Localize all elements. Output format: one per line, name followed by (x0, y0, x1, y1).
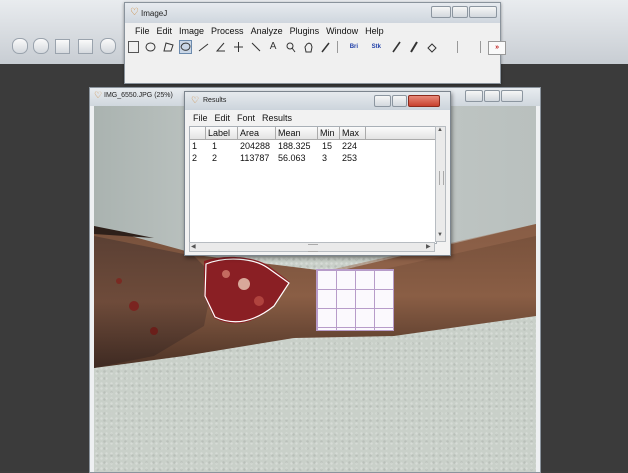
results-horizontal-scrollbar[interactable]: ◀ ▶ (189, 242, 435, 252)
results-menubar: File Edit Font Results (193, 113, 299, 123)
menu-image[interactable]: Image (179, 26, 204, 36)
toolbar-separator-3 (479, 41, 481, 53)
row-label: 1 (212, 141, 218, 151)
dropper-tool-icon[interactable] (320, 41, 331, 53)
scroll-left-arrow-icon[interactable]: ◀ (191, 243, 196, 250)
table-row[interactable]: 1 1 204288 188.325 15 224 (190, 141, 436, 153)
results-close-button[interactable] (408, 95, 440, 107)
results-maximize-button[interactable] (392, 95, 407, 107)
image-minimize-button[interactable] (465, 90, 483, 102)
back-circle-icon[interactable] (12, 38, 28, 54)
image-maximize-button[interactable] (484, 90, 500, 102)
stacks-tool-icon[interactable]: Stk (368, 41, 384, 53)
angle-tool-icon[interactable] (215, 41, 226, 53)
results-app-icon: ♡ (191, 95, 200, 105)
toolbar-separator-2 (457, 41, 459, 53)
results-menu-results[interactable]: Results (262, 113, 292, 123)
row-index: 1 (192, 141, 198, 151)
results-minimize-button[interactable] (374, 95, 391, 107)
toolbar-square-icon[interactable] (55, 39, 70, 54)
results-window: ♡ Results File Edit Font Results Label Area… (184, 91, 451, 256)
pencil-tool-icon[interactable] (391, 41, 402, 53)
image-window-app-icon: ♡ (94, 90, 103, 100)
menu-help[interactable]: Help (365, 26, 384, 36)
results-title: Results (203, 97, 227, 104)
imagej-window: ♡ ImageJ File Edit Image Process Analyze Plug… (124, 2, 507, 84)
row-min: 15 (322, 141, 333, 151)
close-button[interactable] (469, 6, 497, 18)
brush-tool-icon[interactable] (408, 41, 419, 53)
col-header-empty (366, 127, 436, 140)
text-tool-icon[interactable]: A (268, 41, 279, 53)
imagej-title: ImageJ (141, 9, 168, 18)
minimize-button[interactable] (431, 6, 451, 18)
scroll-down-arrow-icon[interactable]: ▼ (437, 232, 443, 238)
results-vertical-scrollbar[interactable]: ▲ ▼ (435, 126, 446, 242)
table-row[interactable]: 2 2 113787 56.063 3 253 (190, 153, 436, 165)
col-header-min[interactable]: Min (318, 127, 340, 140)
imagej-app-icon: ♡ (130, 7, 139, 18)
imagej-menubar: File Edit Image Process Analyze Plugins Window… (135, 26, 391, 36)
line-tool-icon[interactable] (198, 41, 209, 53)
image-window-title: IMG_6550.JPG (25%) (104, 92, 173, 99)
image-window-controls (464, 90, 523, 102)
hscroll-thumb-grip-icon[interactable] (308, 244, 318, 252)
polygon-tool-icon[interactable] (163, 41, 174, 53)
oval-tool-icon[interactable] (145, 41, 156, 53)
forward-circle-icon[interactable] (33, 38, 49, 54)
measurement-grid-card (316, 269, 394, 331)
menu-plugins[interactable]: Plugins (290, 26, 320, 36)
minus-circle-icon[interactable] (100, 38, 116, 54)
row-area: 204288 (240, 141, 271, 151)
results-menu-edit[interactable]: Edit (215, 113, 231, 123)
row-mean: 188.325 (278, 141, 311, 151)
results-menu-file[interactable]: File (193, 113, 208, 123)
row-index: 2 (192, 153, 198, 163)
brightness-tool-icon[interactable]: Bri (346, 41, 362, 53)
menu-file[interactable]: File (135, 26, 150, 36)
point-tool-icon[interactable] (233, 41, 244, 53)
menu-window[interactable]: Window (326, 26, 358, 36)
scroll-up-arrow-icon[interactable]: ▲ (437, 127, 443, 133)
col-header-label[interactable]: Label (206, 127, 238, 140)
col-header-max[interactable]: Max (340, 127, 366, 140)
scroll-right-arrow-icon[interactable]: ▶ (426, 243, 431, 250)
menu-edit[interactable]: Edit (157, 26, 173, 36)
row-mean: 56.063 (278, 153, 306, 163)
col-header-mean[interactable]: Mean (276, 127, 318, 140)
toolbar-square-icon-2[interactable] (78, 39, 93, 54)
imagej-toolbar: A Bri Stk » (128, 40, 507, 57)
freehand-tool-icon[interactable] (179, 40, 193, 54)
row-max: 224 (342, 141, 358, 151)
imagej-titlebar[interactable]: ♡ ImageJ (125, 3, 500, 23)
imagej-window-controls (430, 6, 497, 18)
results-window-controls (373, 95, 440, 107)
row-label: 2 (212, 153, 218, 163)
wand-tool-icon[interactable] (250, 41, 261, 53)
row-min: 3 (322, 153, 328, 163)
maximize-button[interactable] (452, 6, 468, 18)
more-tools-button[interactable]: » (488, 41, 507, 55)
row-area: 113787 (240, 153, 270, 163)
magnifier-tool-icon[interactable] (285, 41, 296, 53)
row-max: 253 (342, 153, 358, 163)
image-close-button[interactable] (501, 90, 523, 102)
results-titlebar[interactable]: ♡ Results (185, 92, 450, 110)
col-header-area[interactable]: Area (238, 127, 276, 140)
hand-tool-icon[interactable] (303, 41, 314, 53)
rectangle-tool-icon[interactable] (128, 41, 139, 53)
menu-process[interactable]: Process (211, 26, 244, 36)
scroll-thumb-grip-icon[interactable] (439, 171, 444, 185)
results-table: Label Area Mean Min Max 1 1 204288 188.3… (189, 126, 437, 244)
flood-fill-tool-icon[interactable] (426, 41, 437, 53)
results-menu-font[interactable]: Font (237, 113, 255, 123)
col-header-index[interactable] (190, 127, 206, 140)
toolbar-separator (337, 41, 339, 53)
menu-analyze[interactable]: Analyze (251, 26, 283, 36)
